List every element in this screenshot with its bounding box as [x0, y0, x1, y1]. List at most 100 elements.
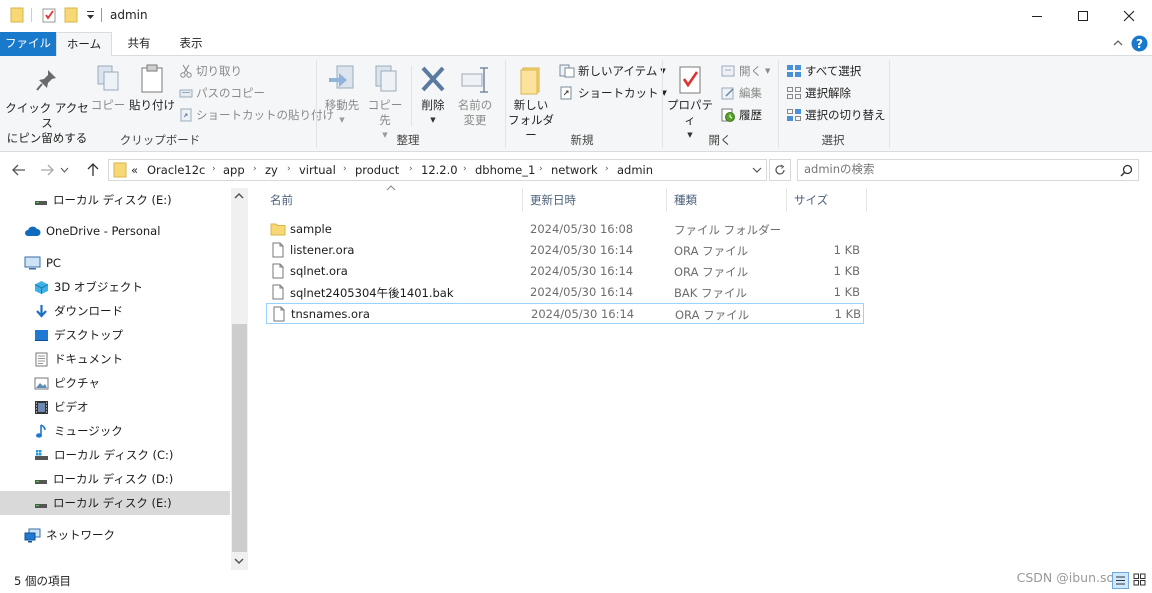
breadcrumb-item[interactable]: virtual	[299, 163, 336, 177]
file-row-sample[interactable]: sample 2024/05/30 16:08 ファイル フォルダー	[266, 219, 864, 240]
breadcrumb-item[interactable]: network	[551, 163, 598, 177]
breadcrumb-chevron-icon[interactable]: ›	[539, 164, 543, 174]
select-none-button[interactable]: 選択解除	[786, 83, 851, 103]
refresh-button[interactable]	[769, 159, 791, 181]
breadcrumb-chevron-icon[interactable]: ›	[287, 164, 291, 174]
copy-path-button[interactable]: パスのコピー	[179, 83, 265, 103]
tab-share[interactable]: 共有	[116, 32, 162, 56]
onedrive-cloud-icon	[25, 226, 41, 236]
help-icon[interactable]: ?	[1131, 35, 1148, 52]
nav-item-documents[interactable]: ドキュメント	[0, 347, 230, 371]
copy-button[interactable]: コピー	[90, 64, 126, 113]
nav-item-pictures[interactable]: ピクチャ	[0, 371, 230, 395]
scrollbar-thumb[interactable]	[232, 324, 247, 552]
nav-item-downloads[interactable]: ダウンロード	[0, 299, 230, 323]
column-header-date[interactable]: 更新日時	[524, 188, 666, 212]
file-size: 1 KB	[834, 307, 861, 321]
breadcrumb-item[interactable]: Oracle12c	[147, 163, 205, 177]
open-button[interactable]: 開く ▼	[721, 61, 770, 81]
nav-item-music[interactable]: ミュージック	[0, 419, 230, 443]
recent-locations-button[interactable]	[58, 161, 70, 179]
select-all-button[interactable]: すべて選択	[786, 61, 861, 81]
breadcrumb-item[interactable]: 12.2.0	[421, 163, 458, 177]
history-button[interactable]: 履歴	[721, 105, 762, 125]
maximize-button[interactable]	[1060, 0, 1106, 32]
move-to-button[interactable]: 移動先 ▼	[320, 64, 364, 128]
details-view-button[interactable]	[1112, 572, 1129, 589]
invert-selection-button[interactable]: 選択の切り替え	[786, 105, 886, 125]
breadcrumb-chevron-icon[interactable]: ›	[343, 164, 347, 174]
tab-view[interactable]: 表示	[168, 32, 214, 56]
breadcrumb-chevron-icon[interactable]: ›	[212, 164, 216, 174]
search-icon[interactable]	[1120, 164, 1133, 177]
file-list: 名前 更新日時 種類 サイズ sample 2024/05/30 16:08 フ…	[262, 185, 1152, 570]
nav-item-network[interactable]: ネットワーク	[0, 523, 230, 547]
navigation-pane: ローカル ディスク (E:) OneDrive - Personal PC 3D…	[0, 188, 248, 570]
tab-file[interactable]: ファイル	[0, 32, 56, 56]
column-header-name[interactable]: 名前	[264, 188, 522, 212]
group-label-new: 新規	[570, 133, 594, 147]
rename-button[interactable]: 名前の 変更	[454, 64, 496, 128]
paste-shortcut-button[interactable]: ショートカットの貼り付け	[179, 105, 334, 125]
file-row-sqlnet-ora[interactable]: sqlnet.ora 2024/05/30 16:14 ORA ファイル 1 K…	[266, 261, 864, 282]
column-divider[interactable]	[666, 188, 667, 212]
pin-quick-access-button[interactable]: クイック アクセス にピン留めする	[4, 64, 90, 146]
cut-button[interactable]: 切り取り	[179, 61, 242, 81]
up-button[interactable]	[84, 161, 102, 179]
file-row-tnsnames-ora[interactable]: tnsnames.ora 2024/05/30 16:14 ORA ファイル 1…	[266, 303, 864, 324]
search-input[interactable]	[804, 162, 1104, 176]
nav-item-label: OneDrive - Personal	[46, 224, 161, 238]
breadcrumb-item[interactable]: product	[355, 163, 399, 177]
column-divider[interactable]	[522, 188, 523, 212]
breadcrumb-chevron-icon[interactable]: ›	[409, 164, 413, 174]
breadcrumb-overflow[interactable]: «	[131, 163, 138, 177]
breadcrumb-item-current[interactable]: admin	[617, 163, 653, 177]
file-row-sqlnet-bak[interactable]: sqlnet2405304午後1401.bak 2024/05/30 16:14…	[266, 282, 864, 303]
3d-objects-icon	[34, 280, 49, 294]
close-button[interactable]	[1106, 0, 1152, 32]
column-divider[interactable]	[786, 188, 787, 212]
back-button[interactable]	[10, 161, 28, 179]
group-label-select: 選択	[821, 133, 845, 147]
column-divider[interactable]	[866, 188, 867, 212]
breadcrumb-item[interactable]: app	[223, 163, 245, 177]
nav-item-desktop[interactable]: デスクトップ	[0, 323, 230, 347]
nav-item-3d-objects[interactable]: 3D オブジェクト	[0, 275, 230, 299]
address-bar[interactable]: « Oracle12c › app › zy › virtual › produ…	[108, 159, 767, 181]
paste-button[interactable]: 貼り付け	[129, 64, 175, 113]
new-folder-icon[interactable]	[64, 7, 78, 23]
column-header-type[interactable]: 種類	[668, 188, 786, 212]
scroll-down-chevron-icon[interactable]	[234, 557, 244, 565]
column-header-size[interactable]: サイズ	[788, 188, 864, 212]
breadcrumb-item[interactable]: zy	[265, 163, 278, 177]
nav-item-onedrive[interactable]: OneDrive - Personal	[0, 219, 230, 243]
nav-item-videos[interactable]: ビデオ	[0, 395, 230, 419]
minimize-button[interactable]	[1014, 0, 1060, 32]
folder-icon[interactable]	[10, 7, 24, 23]
file-row-listener-ora[interactable]: listener.ora 2024/05/30 16:14 ORA ファイル 1…	[266, 240, 864, 261]
properties-check-icon[interactable]	[41, 7, 57, 23]
collapse-ribbon-chevron-icon[interactable]	[1112, 37, 1124, 49]
breadcrumb-item[interactable]: dbhome_1	[475, 163, 535, 177]
nav-item-local-disk-e[interactable]: ローカル ディスク (E:)	[0, 491, 230, 515]
file-type: ORA ファイル	[674, 244, 749, 258]
search-box[interactable]	[797, 159, 1139, 181]
nav-item-local-disk-e-top[interactable]: ローカル ディスク (E:)	[0, 188, 230, 212]
breadcrumb-chevron-icon[interactable]: ›	[253, 164, 257, 174]
forward-button[interactable]	[38, 161, 56, 179]
nav-pane-scrollbar[interactable]	[231, 188, 248, 570]
nav-item-local-disk-c[interactable]: ローカル ディスク (C:)	[0, 443, 230, 467]
tab-home[interactable]: ホーム	[56, 32, 112, 57]
breadcrumb-chevron-icon[interactable]: ›	[463, 164, 467, 174]
breadcrumb-chevron-icon[interactable]: ›	[605, 164, 609, 174]
customize-toolbar-chevron-icon[interactable]	[86, 9, 95, 21]
easy-access-shortcut-button[interactable]: ショートカット ▼	[559, 83, 667, 103]
new-item-button[interactable]: 新しいアイテム ▼	[559, 61, 666, 81]
scroll-up-chevron-icon[interactable]	[234, 192, 244, 200]
delete-button[interactable]: 削除 ▼	[414, 64, 452, 128]
nav-item-local-disk-d[interactable]: ローカル ディスク (D:)	[0, 467, 230, 491]
large-icons-view-button[interactable]	[1132, 572, 1149, 589]
address-history-chevron-icon[interactable]	[752, 166, 762, 174]
edit-button[interactable]: 編集	[721, 83, 762, 103]
nav-item-pc[interactable]: PC	[0, 251, 230, 275]
